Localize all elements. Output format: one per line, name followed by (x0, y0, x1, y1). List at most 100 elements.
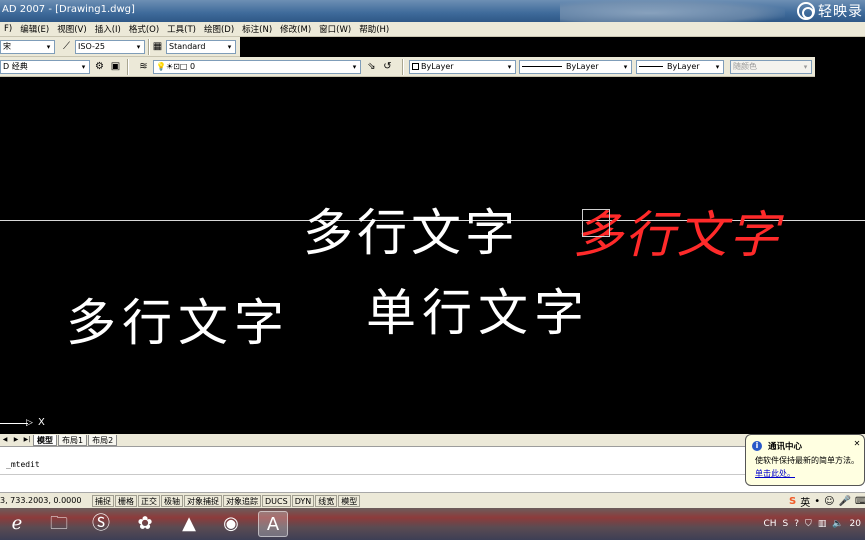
linetype-select[interactable]: ByLayer ▾ (519, 60, 632, 74)
single-line-text-object[interactable]: 单行文字 (366, 273, 590, 345)
language-indicator[interactable]: CH (763, 519, 776, 529)
close-icon[interactable]: ✕ (852, 439, 862, 449)
ime-language[interactable]: 英 (800, 494, 810, 509)
sogou-tray-icon[interactable]: S (783, 519, 789, 529)
mtext-object-2[interactable]: 多行文字 (66, 283, 290, 355)
lineweight-sample-icon (639, 66, 663, 67)
dim-style-value: ISO-25 (78, 42, 106, 51)
sogou-app-icon[interactable]: Ⓢ (86, 511, 116, 537)
balloon-message: 使软件保持最新的简单方法。 (755, 456, 859, 465)
green-app-icon[interactable]: ▲ (174, 511, 204, 537)
dim-style-select[interactable]: ISO-25 ▾ (75, 40, 145, 54)
status-lwt-button[interactable]: 线宽 (315, 494, 338, 507)
system-tray: CH S ? ⛉ ▥ 🔈 20 (763, 516, 861, 532)
menu-bar: F) 编辑(E) 视图(V) 插入(I) 格式(O) 工具(T) 绘图(D) 标… (0, 22, 865, 37)
watermark-logo-icon (797, 2, 815, 20)
autocad-app-icon[interactable]: A (258, 511, 288, 537)
color-select[interactable]: ByLayer ▾ (409, 60, 516, 74)
sogou-ime-icon[interactable]: S (789, 496, 796, 507)
layer-select[interactable]: 💡☀⊡□ 0 ▾ (153, 60, 361, 74)
status-model-button[interactable]: 模型 (338, 494, 361, 507)
workspace-save-icon[interactable]: ▣ (109, 60, 122, 73)
tab-first-icon[interactable]: ◀ (0, 435, 10, 445)
table-style-select[interactable]: Standard ▾ (166, 40, 236, 54)
toolbar-separator (402, 59, 404, 75)
styles-toolbar: 宋 ▾ ⟋ ISO-25 ▾ ▦ Standard ▾ (0, 37, 240, 57)
chevron-down-icon: ▾ (136, 43, 141, 51)
table-style-icon[interactable]: ▦ (151, 40, 164, 53)
status-snap-button[interactable]: 捕捉 (92, 494, 114, 507)
taskbar: ℯ 🗀 Ⓢ ✿ ▲ ◉ A (0, 508, 865, 540)
toolbar-separator (148, 39, 150, 55)
dim-style-icon[interactable]: ⟋ (60, 40, 73, 53)
menu-help[interactable]: 帮助(H) (355, 23, 393, 35)
menu-tools[interactable]: 工具(T) (163, 23, 200, 35)
menu-window[interactable]: 窗口(W) (315, 23, 355, 35)
recorder-app-icon[interactable]: ◉ (216, 511, 246, 537)
tab-prev-icon[interactable]: ▶ (11, 435, 21, 445)
crosshair-pickbox (582, 209, 610, 237)
menu-edit[interactable]: 编辑(E) (16, 23, 53, 35)
balloon-title: 通讯中心 (768, 442, 803, 452)
text-style-select[interactable]: 宋 ▾ (0, 40, 55, 54)
menu-dimension[interactable]: 标注(N) (238, 23, 276, 35)
ie-browser-icon[interactable]: ℯ (2, 511, 32, 537)
lineweight-select[interactable]: ByLayer ▾ (636, 60, 724, 74)
plot-style-value: 随颜色 (733, 62, 757, 71)
plot-style-select: 随颜色 ▾ (730, 60, 812, 74)
help-icon[interactable]: ? (794, 519, 799, 529)
tab-layout2[interactable]: 布局2 (88, 434, 118, 446)
status-polar-button[interactable]: 极轴 (161, 494, 183, 507)
layer-manager-icon[interactable]: ≋ (137, 60, 150, 73)
color-swatch-icon (412, 63, 419, 70)
ime-emoji-icon[interactable]: ☺ (824, 496, 834, 507)
command-input-divider (0, 474, 865, 475)
workspace-settings-icon[interactable]: ⚙ (93, 60, 106, 73)
tab-model[interactable]: 模型 (33, 434, 57, 446)
ime-toolbar: S 英 • ☺ 🎤 ⌨ (765, 494, 865, 509)
menu-draw[interactable]: 绘图(D) (200, 23, 238, 35)
ime-punct-icon[interactable]: • (814, 496, 820, 507)
layer-previous-icon[interactable]: ↺ (381, 60, 394, 73)
watermark: 轻映录 (797, 2, 863, 20)
command-window[interactable]: _mtedit (0, 446, 865, 492)
tab-next-icon[interactable]: ▶| (22, 435, 32, 445)
linetype-value: ByLayer (566, 62, 599, 71)
status-osnap-button[interactable]: 对象捕捉 (184, 494, 222, 507)
workspace-value: D 经典 (3, 62, 28, 71)
ime-mic-icon[interactable]: 🎤 (839, 496, 851, 507)
balloon-link[interactable]: 单击此处。 (755, 468, 795, 479)
menu-format[interactable]: 格式(O) (125, 23, 163, 35)
tab-layout1[interactable]: 布局1 (58, 434, 88, 446)
ime-keyboard-icon[interactable]: ⌨ (855, 496, 865, 507)
window-title: AD 2007 - [Drawing1.dwg] (2, 4, 135, 15)
network-icon[interactable]: ▥ (818, 519, 827, 529)
status-grid-button[interactable]: 栅格 (115, 494, 137, 507)
coordinate-readout: 3, 733.2003, 0.0000 (0, 496, 82, 505)
status-bar: 3, 733.2003, 0.0000 捕捉 栅格 正交 极轴 对象捕捉 对象追… (0, 492, 865, 508)
menu-view[interactable]: 视图(V) (53, 23, 90, 35)
make-layer-current-icon[interactable]: ⇘ (365, 60, 378, 73)
layout-tabs: ◀ ▶ ▶| 模型 布局1 布局2 (0, 434, 865, 446)
mtext-object-1[interactable]: 多行文字 (303, 193, 519, 265)
file-explorer-icon[interactable]: 🗀 (44, 511, 74, 537)
status-dyn-button[interactable]: DYN (291, 494, 315, 507)
layer-state-icons: 💡☀⊡□ (156, 62, 190, 71)
workspace-select[interactable]: D 经典 ▾ (0, 60, 90, 74)
toolbar-empty-area (815, 57, 865, 77)
status-ducs-button[interactable]: DUCS (262, 494, 291, 507)
status-ortho-button[interactable]: 正交 (138, 494, 160, 507)
chevron-down-icon: ▾ (81, 63, 86, 71)
menu-insert[interactable]: 插入(I) (91, 23, 125, 35)
volume-icon[interactable]: 🔈 (832, 519, 843, 529)
security-icon[interactable]: ⛉ (805, 519, 812, 529)
clock[interactable]: 20 (850, 519, 861, 529)
toolbar-separator (127, 59, 129, 75)
cloud-app-icon[interactable]: ✿ (130, 511, 160, 537)
chevron-down-icon: ▾ (803, 63, 808, 71)
menu-modify[interactable]: 修改(M) (276, 23, 315, 35)
status-otrack-button[interactable]: 对象追踪 (223, 494, 261, 507)
drawing-canvas[interactable]: 多行文字 多行文字 多行文字 单行文字 ▷ X (0, 77, 865, 434)
chevron-down-icon: ▾ (715, 63, 720, 71)
menu-file[interactable]: F) (0, 24, 16, 34)
